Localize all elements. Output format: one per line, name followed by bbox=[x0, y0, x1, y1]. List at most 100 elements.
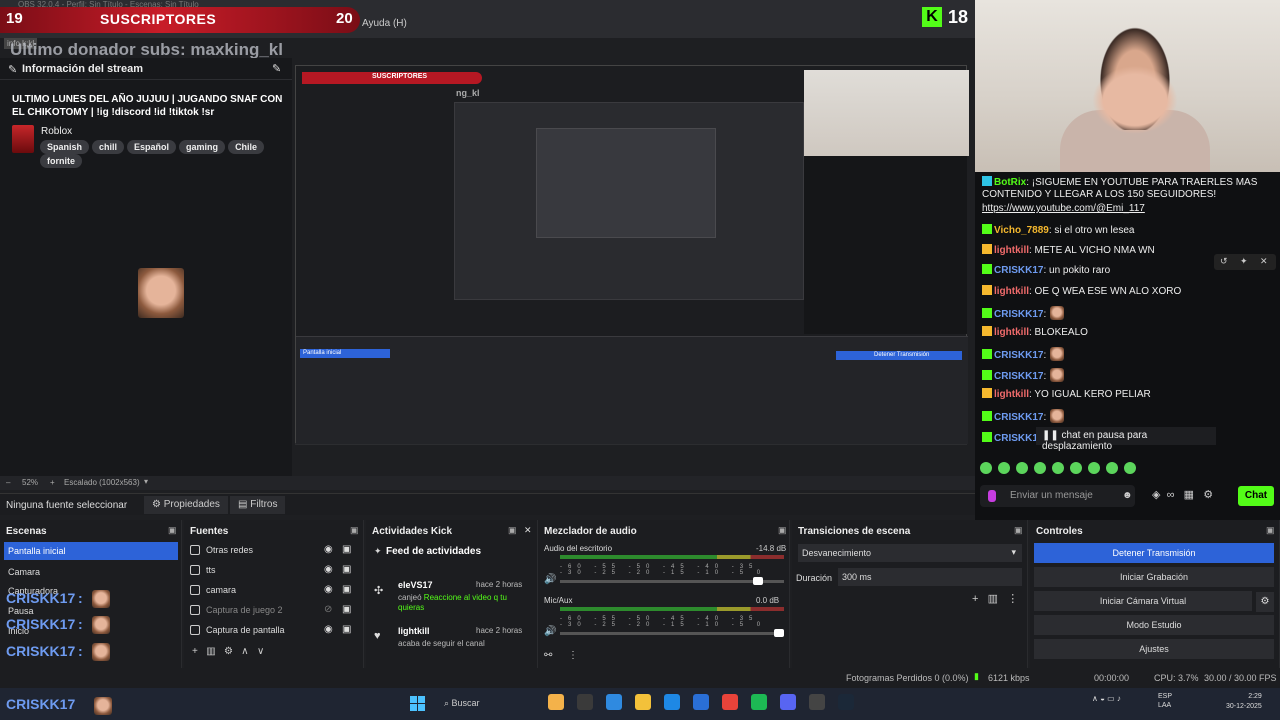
speaker-icon[interactable]: 🔊 bbox=[544, 574, 556, 585]
emote-icon[interactable] bbox=[980, 462, 992, 474]
trash-icon[interactable]: ▥ bbox=[988, 593, 998, 605]
delete-icon[interactable]: ✕ bbox=[1260, 256, 1268, 267]
volume-slider[interactable] bbox=[560, 577, 784, 585]
emote-icon[interactable] bbox=[1106, 462, 1118, 474]
chat-send-button[interactable]: Chat bbox=[1238, 486, 1274, 506]
chat-paused-notice[interactable]: ❚❚ chat en pausa para desplazamiento bbox=[1036, 427, 1216, 452]
chat-username[interactable]: lightkill bbox=[994, 389, 1029, 400]
chevron-down-icon[interactable]: ▾ bbox=[144, 477, 148, 486]
more-icon[interactable]: ⋮ bbox=[1007, 593, 1018, 605]
chat-username[interactable]: CRISKK17 bbox=[994, 265, 1043, 276]
transition-select[interactable]: Desvanecimiento ▾ bbox=[798, 544, 1022, 562]
filters-button[interactable]: ▤ Filtros bbox=[230, 496, 286, 514]
eye-icon[interactable]: ◉ bbox=[324, 624, 333, 635]
dock-options-icon[interactable]: ▣ bbox=[778, 525, 787, 536]
scene-item[interactable]: Camara bbox=[8, 567, 40, 577]
eye-icon[interactable]: ◉ bbox=[324, 544, 333, 555]
chat-username[interactable]: BotRix bbox=[994, 177, 1026, 188]
eye-hidden-icon[interactable]: ⊘ bbox=[324, 604, 332, 615]
lock-icon[interactable]: ▣ bbox=[342, 584, 351, 595]
infinity-icon[interactable]: ∞ bbox=[1167, 489, 1175, 501]
eye-icon[interactable]: ◉ bbox=[324, 564, 333, 575]
dock-options-icon[interactable]: ▣ bbox=[350, 525, 359, 536]
speaker-icon[interactable]: 🔊 bbox=[544, 626, 556, 637]
emote-icon[interactable] bbox=[1124, 462, 1136, 474]
emote-icon[interactable] bbox=[1034, 462, 1046, 474]
taskbar-app-icon[interactable] bbox=[693, 694, 709, 710]
pin-icon[interactable]: ✦ bbox=[1240, 256, 1248, 267]
chat-username[interactable]: lightkill bbox=[994, 327, 1029, 338]
start-virtual-camera-button[interactable]: Iniciar Cámara Virtual bbox=[1034, 591, 1252, 611]
properties-button[interactable]: ⚙ Propiedades bbox=[144, 496, 228, 514]
source-item[interactable]: Captura de pantalla ◉ ▣ bbox=[190, 622, 358, 640]
add-icon[interactable]: + bbox=[972, 593, 978, 605]
taskbar-app-icon[interactable] bbox=[577, 694, 593, 710]
volume-slider-handle[interactable] bbox=[774, 629, 784, 637]
dock-options-icon[interactable]: ▣ bbox=[168, 525, 177, 536]
taskbar-app-icon[interactable] bbox=[751, 694, 767, 710]
studio-mode-button[interactable]: Modo Estudio bbox=[1034, 615, 1274, 635]
chat-username[interactable]: Vicho_7889 bbox=[994, 225, 1049, 236]
lock-icon[interactable]: ▣ bbox=[342, 564, 351, 575]
zoom-in-icon[interactable]: + bbox=[50, 478, 55, 487]
help-menu[interactable]: Ayuda (H) bbox=[362, 18, 407, 29]
scene-item-active[interactable]: Pantalla inicial bbox=[4, 542, 178, 560]
chat-username[interactable]: CRISKK17 bbox=[994, 309, 1043, 320]
taskbar-app-icon[interactable] bbox=[780, 694, 796, 710]
emoji-icon[interactable]: ☻ bbox=[1122, 490, 1133, 501]
chat-message-actions[interactable]: ↺ ✦ ✕ bbox=[1214, 254, 1276, 270]
windows-start-icon[interactable] bbox=[410, 696, 426, 712]
duration-input[interactable]: 300 ms bbox=[838, 568, 1022, 586]
add-icon[interactable]: + bbox=[192, 646, 198, 657]
source-item[interactable]: tts ◉ ▣ bbox=[190, 562, 358, 580]
system-clock[interactable]: 2:29 30-12-2025 bbox=[1226, 692, 1262, 712]
chat-username[interactable]: lightkill bbox=[994, 286, 1029, 297]
taskbar-search[interactable]: ⌕ Buscar bbox=[438, 694, 538, 714]
dock-options-icon[interactable]: ▣ bbox=[1014, 525, 1023, 536]
lock-icon[interactable]: ▣ bbox=[342, 624, 351, 635]
taskbar-app-icon[interactable] bbox=[548, 694, 564, 710]
taskbar-app-icon[interactable] bbox=[606, 694, 622, 710]
dock-options-icon[interactable]: ▣ bbox=[508, 525, 517, 536]
emote-icon[interactable] bbox=[1052, 462, 1064, 474]
emote-icon[interactable] bbox=[998, 462, 1010, 474]
close-icon[interactable]: ✕ bbox=[524, 525, 532, 536]
chat-username[interactable]: CRISKK17 bbox=[994, 371, 1043, 382]
source-item[interactable]: camara ◉ ▣ bbox=[190, 582, 358, 600]
store-icon[interactable]: ▦ bbox=[1184, 489, 1194, 501]
zoom-out-icon[interactable]: – bbox=[6, 478, 10, 487]
gear-icon[interactable]: ⚙ bbox=[1203, 489, 1213, 501]
lock-icon[interactable]: ▣ bbox=[342, 544, 351, 555]
system-tray[interactable]: ∧ ◒ ▭ ♪ bbox=[1092, 694, 1121, 703]
taskbar-app-icon[interactable] bbox=[635, 694, 651, 710]
settings-button[interactable]: Ajustes bbox=[1034, 639, 1274, 659]
reply-icon[interactable]: ↺ bbox=[1220, 256, 1228, 267]
scaling-label[interactable]: Escalado (1002x563) bbox=[64, 478, 140, 487]
emote-icon[interactable] bbox=[1088, 462, 1100, 474]
emote-icon[interactable] bbox=[1070, 462, 1082, 474]
taskbar-app-icon[interactable] bbox=[722, 694, 738, 710]
gear-icon[interactable]: ⚙ bbox=[1256, 592, 1274, 612]
taskbar-app-icon[interactable] bbox=[838, 694, 854, 710]
chat-username[interactable]: lightkill bbox=[994, 245, 1029, 256]
chat-input[interactable]: Enviar un mensaje ☻ bbox=[980, 485, 1135, 507]
edit-icon[interactable]: ✎ bbox=[272, 62, 281, 75]
eye-icon[interactable]: ◉ bbox=[324, 584, 333, 595]
chat-username[interactable]: CRISKK17 bbox=[994, 412, 1043, 423]
dock-options-icon[interactable]: ▣ bbox=[1266, 525, 1275, 536]
gear-icon[interactable]: ⚙ bbox=[224, 646, 233, 657]
source-item[interactable]: Otras redes ◉ ▣ bbox=[190, 542, 358, 560]
link-icon[interactable]: ⚯ bbox=[544, 650, 552, 661]
taskbar-app-icon[interactable] bbox=[664, 694, 680, 710]
trash-icon[interactable]: ▥ bbox=[206, 646, 215, 657]
gift-icon[interactable]: ◈ bbox=[1152, 489, 1160, 501]
language-indicator[interactable]: ESP LAA bbox=[1158, 692, 1172, 710]
obs-preview[interactable]: SUSCRIPTORES ng_kl Pantalla inicial Dete… bbox=[295, 65, 969, 445]
move-down-icon[interactable]: ∨ bbox=[257, 646, 264, 657]
emote-icon[interactable] bbox=[1016, 462, 1028, 474]
chat-username[interactable]: CRISKK17 bbox=[994, 350, 1043, 361]
scene-item[interactable]: Pausa bbox=[8, 606, 34, 616]
stop-streaming-button[interactable]: Detener Transmisión bbox=[1034, 543, 1274, 563]
more-icon[interactable]: ⋮ bbox=[568, 650, 578, 661]
lock-icon[interactable]: ▣ bbox=[342, 604, 351, 615]
